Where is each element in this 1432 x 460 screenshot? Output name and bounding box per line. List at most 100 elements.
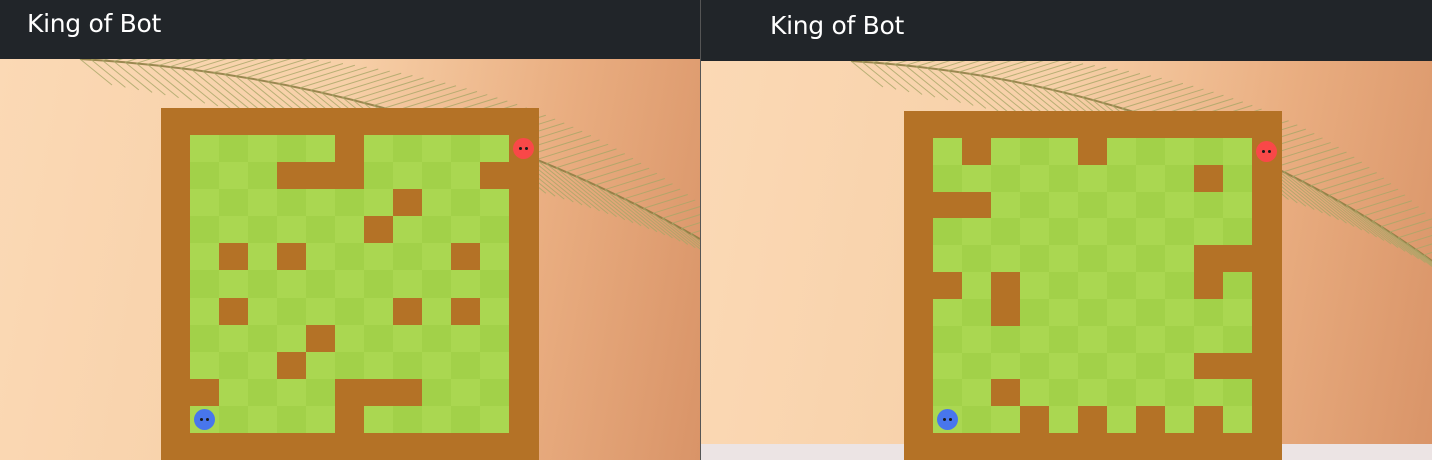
- grass-cell: [1223, 191, 1253, 219]
- wall-cell: [190, 108, 220, 136]
- grass-cell: [962, 218, 992, 246]
- grass-cell: [277, 216, 307, 244]
- wall-cell: [1252, 164, 1282, 193]
- grass-cell: [277, 270, 307, 299]
- grass-cell: [219, 324, 249, 353]
- wall-cell: [393, 297, 423, 326]
- grass-cell: [1020, 325, 1050, 354]
- wall-cell: [1252, 191, 1282, 219]
- grass-cell: [1165, 379, 1195, 407]
- snake-eye: [949, 418, 953, 421]
- grass-cell: [335, 270, 365, 299]
- wall-cell: [393, 108, 423, 136]
- wall-cell: [1020, 406, 1050, 434]
- grass-cell: [991, 218, 1021, 246]
- grass-cell: [277, 189, 307, 217]
- wall-cell: [1136, 406, 1166, 434]
- left-game-window: King of Bot: [0, 0, 700, 460]
- grass-cell: [1194, 325, 1224, 354]
- wall-cell: [451, 108, 481, 136]
- grass-cell: [451, 135, 481, 163]
- grass-cell: [1049, 325, 1079, 354]
- wall-cell: [248, 432, 278, 460]
- wall-cell: [509, 297, 539, 326]
- grass-cell: [335, 243, 365, 272]
- grass-cell: [1194, 218, 1224, 246]
- snake-eye: [1268, 149, 1272, 153]
- wall-cell: [991, 272, 1021, 300]
- grass-cell: [1165, 272, 1195, 300]
- grass-cell: [1049, 191, 1079, 219]
- grass-cell: [219, 405, 249, 434]
- grass-cell: [1194, 137, 1224, 166]
- wall-cell: [335, 108, 365, 136]
- grass-cell: [190, 243, 220, 272]
- wall-cell: [393, 432, 423, 460]
- wall-cell: [904, 218, 934, 246]
- grass-cell: [1194, 298, 1224, 327]
- wall-cell: [451, 432, 481, 460]
- wall-cell: [219, 243, 249, 272]
- navbar-brand[interactable]: King of Bot: [27, 9, 161, 38]
- navbar-brand[interactable]: King of Bot: [770, 11, 904, 40]
- grass-cell: [190, 216, 220, 244]
- wall-cell: [962, 433, 992, 460]
- grass-cell: [1049, 298, 1079, 327]
- wall-cell: [904, 164, 934, 193]
- grass-cell: [1078, 298, 1108, 327]
- grass-cell: [1078, 218, 1108, 246]
- grass-cell: [1107, 298, 1137, 327]
- grass-cell: [1165, 218, 1195, 246]
- grass-cell: [480, 378, 510, 407]
- grass-cell: [248, 243, 278, 272]
- grass-cell: [1078, 245, 1108, 273]
- wall-cell: [509, 405, 539, 434]
- grass-cell: [393, 405, 423, 434]
- grass-cell: [933, 164, 963, 193]
- grass-cell: [1107, 164, 1137, 193]
- wall-cell: [161, 432, 191, 460]
- grass-cell: [451, 405, 481, 434]
- wall-cell: [1078, 406, 1108, 434]
- grass-cell: [248, 405, 278, 434]
- wall-cell: [190, 378, 220, 407]
- grass-cell: [991, 245, 1021, 273]
- grass-cell: [306, 243, 336, 272]
- wall-cell: [422, 108, 452, 136]
- grass-cell: [962, 272, 992, 300]
- grass-cell: [962, 406, 992, 434]
- grass-cell: [422, 216, 452, 244]
- grass-cell: [422, 405, 452, 434]
- grass-cell: [1020, 298, 1050, 327]
- game-board: [161, 108, 539, 460]
- grass-cell: [335, 216, 365, 244]
- grass-cell: [451, 324, 481, 353]
- grass-cell: [1136, 245, 1166, 273]
- wall-cell: [161, 297, 191, 326]
- grass-cell: [1049, 137, 1079, 166]
- grass-cell: [248, 216, 278, 244]
- wall-cell: [277, 351, 307, 380]
- wall-cell: [1252, 111, 1282, 139]
- wall-cell: [161, 108, 191, 136]
- grass-cell: [190, 162, 220, 190]
- game-board: [904, 111, 1282, 460]
- grass-cell: [422, 324, 452, 353]
- grass-cell: [1223, 272, 1253, 300]
- wall-cell: [161, 216, 191, 244]
- grass-cell: [1136, 272, 1166, 300]
- wall-cell: [933, 111, 963, 139]
- wall-cell: [219, 108, 249, 136]
- grass-cell: [1165, 191, 1195, 219]
- wall-cell: [1194, 164, 1224, 193]
- grass-cell: [1136, 352, 1166, 381]
- grass-cell: [991, 406, 1021, 434]
- grass-cell: [1194, 191, 1224, 219]
- grass-cell: [962, 245, 992, 273]
- grass-cell: [306, 351, 336, 380]
- grass-cell: [1078, 164, 1108, 193]
- grass-cell: [1020, 164, 1050, 193]
- grass-cell: [1223, 379, 1253, 407]
- wall-cell: [1252, 218, 1282, 246]
- wall-cell: [1252, 406, 1282, 434]
